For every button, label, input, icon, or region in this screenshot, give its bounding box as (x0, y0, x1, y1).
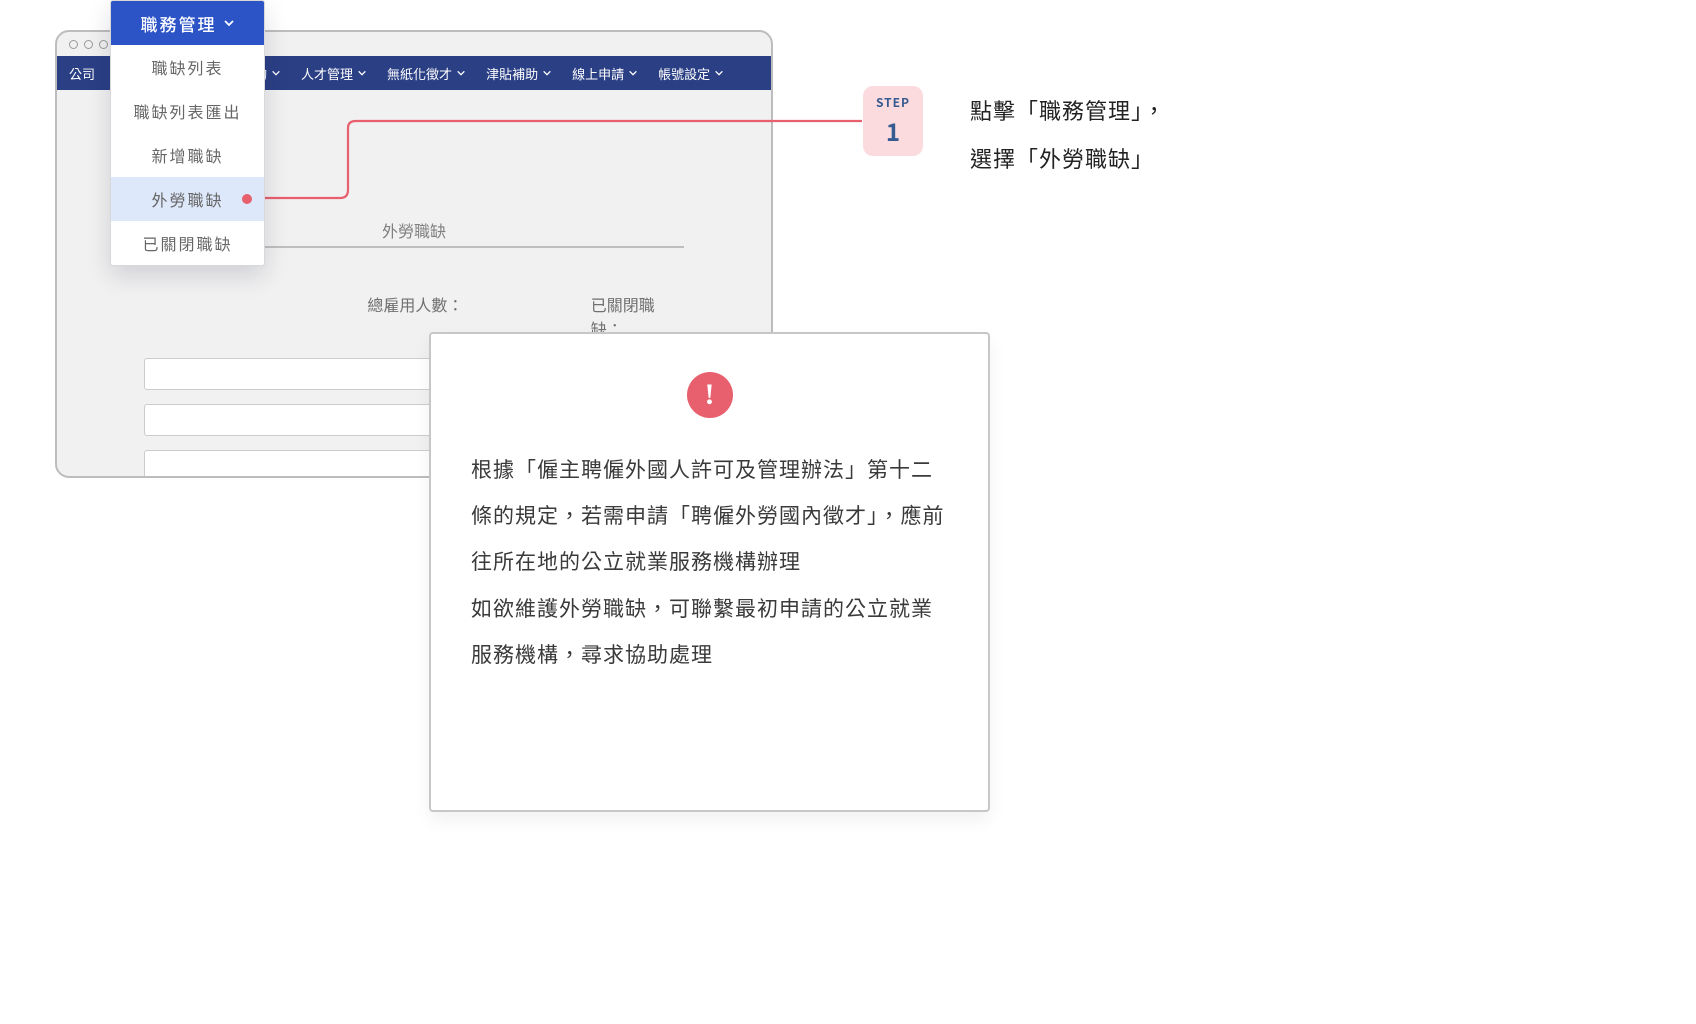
dropdown-item-label: 外勞職缺 (151, 187, 223, 211)
chevron-down-icon (456, 68, 466, 78)
dropdown-item-foreign-labor[interactable]: 外勞職缺 (111, 177, 264, 221)
dropdown-item-new-job[interactable]: 新增職缺 (111, 133, 264, 177)
dropdown-item-label: 職缺列表匯出 (133, 99, 241, 123)
nav-item-talent[interactable]: 人才管理 (291, 56, 377, 90)
caption-line: 點擊「職務管理」， (970, 86, 1450, 134)
nav-label: 線上申請 (572, 64, 624, 83)
nav-label: 帳號設定 (658, 64, 710, 83)
chevron-down-icon (542, 68, 552, 78)
dropdown-item-job-list[interactable]: 職缺列表 (111, 45, 264, 89)
step-caption: 點擊「職務管理」， 選擇「外勞職缺」 (970, 86, 1450, 183)
window-dot-icon (99, 40, 108, 49)
window-dot-icon (84, 40, 93, 49)
dropdown-item-label: 新增職缺 (151, 143, 223, 167)
chevron-down-icon (223, 17, 235, 29)
dropdown-item-label: 職缺列表 (151, 55, 223, 79)
nav-item-company[interactable]: 公司 (63, 56, 101, 90)
step-badge: STEP 1 (863, 86, 923, 156)
chevron-down-icon (714, 68, 724, 78)
nav-item-online-apply[interactable]: 線上申請 (562, 56, 648, 90)
chevron-down-icon (271, 68, 281, 78)
exclamation-icon: ! (687, 372, 733, 418)
dropdown-header-job-mgmt[interactable]: 職務管理 (111, 1, 264, 45)
caption-line: 選擇「外勞職缺」 (970, 134, 1450, 182)
stat-label-1 (144, 292, 367, 340)
chevron-down-icon (357, 68, 367, 78)
highlight-dot-icon (242, 194, 252, 204)
dropdown-item-job-export[interactable]: 職缺列表匯出 (111, 89, 264, 133)
info-dialog: ! 根據「僱主聘僱外國人許可及管理辦法」第十二條的規定，若需申請「聘僱外勞國內徵… (429, 332, 990, 812)
nav-item-account[interactable]: 帳號設定 (648, 56, 734, 90)
nav-item-paperless[interactable]: 無紙化徵才 (377, 56, 476, 90)
dropdown-item-label: 已關閉職缺 (142, 231, 232, 255)
nav-item-subsidy[interactable]: 津貼補助 (476, 56, 562, 90)
nav-label: 無紙化徵才 (387, 64, 452, 83)
nav-label: 公司 (69, 64, 95, 83)
step-word: STEP (876, 94, 910, 111)
window-dot-icon (69, 40, 78, 49)
dropdown-header-label: 職務管理 (141, 11, 217, 36)
dialog-body-text: 根據「僱主聘僱外國人許可及管理辦法」第十二條的規定，若需申請「聘僱外勞國內徵才」… (471, 446, 948, 677)
tutorial-stage: 公司 查詢 人才管理 無紙化徵才 津貼補助 線上申請 (0, 0, 1696, 1024)
chevron-down-icon (628, 68, 638, 78)
job-management-dropdown: 職務管理 職缺列表 職缺列表匯出 新增職缺 外勞職缺 已關閉職缺 (110, 0, 265, 266)
nav-label: 人才管理 (301, 64, 353, 83)
step-number: 1 (886, 113, 900, 148)
nav-label: 津貼補助 (486, 64, 538, 83)
dropdown-item-closed-jobs[interactable]: 已關閉職缺 (111, 221, 264, 265)
tab-foreign-labor[interactable]: 外勞職缺 (368, 216, 460, 246)
tab-spacer (460, 216, 684, 246)
